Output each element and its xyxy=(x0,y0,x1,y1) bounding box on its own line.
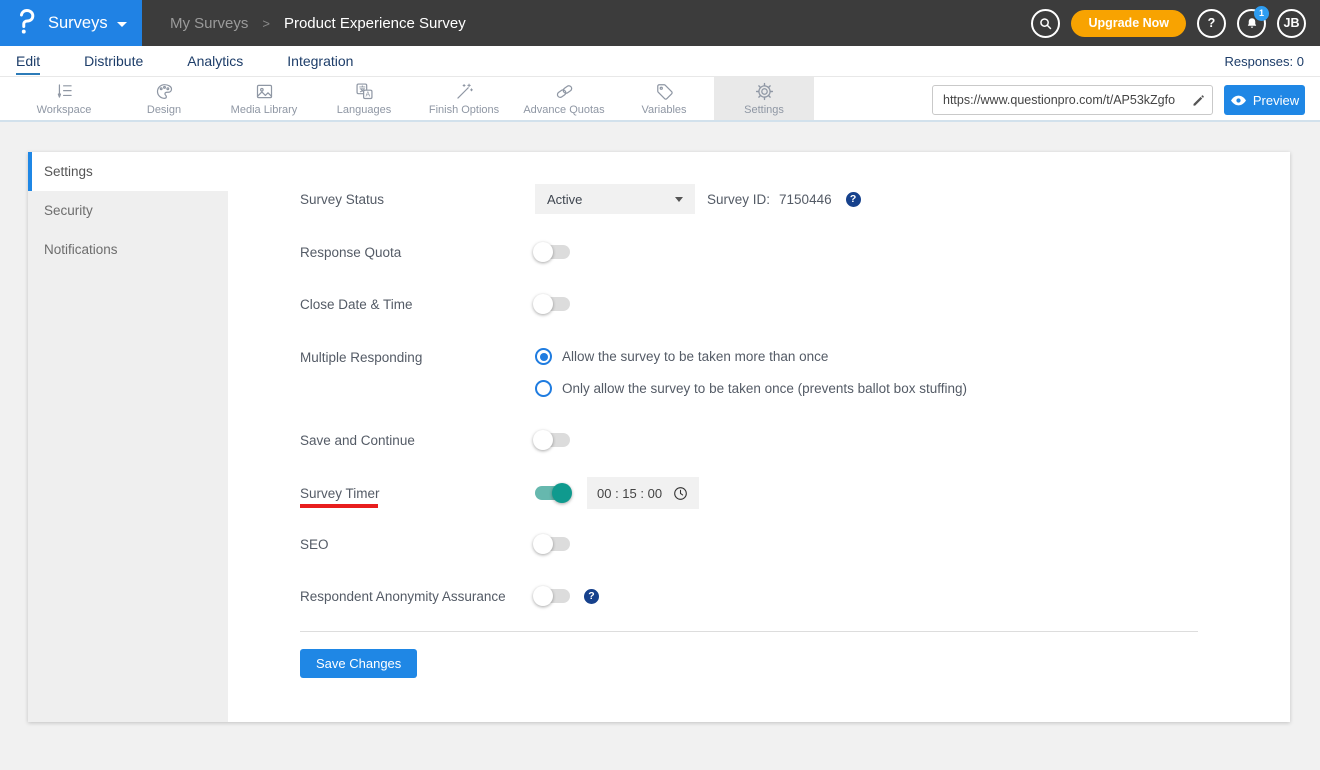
radio-allow-once[interactable] xyxy=(535,380,552,397)
anonymity-toggle[interactable] xyxy=(533,586,570,606)
tab-analytics[interactable]: Analytics xyxy=(187,53,243,69)
clock-icon xyxy=(674,486,687,500)
breadcrumb: My Surveys > Product Experience Survey xyxy=(170,15,466,32)
radio-allow-multiple[interactable] xyxy=(535,348,552,365)
toolbar-item-languages[interactable]: A Languages xyxy=(314,77,414,120)
translate-icon: A xyxy=(355,83,373,100)
toolbar-item-variables[interactable]: Variables xyxy=(614,77,714,120)
toolbar-item-settings[interactable]: Settings xyxy=(714,77,814,120)
close-date-toggle[interactable] xyxy=(533,294,570,314)
save-and-continue-row: Save and Continue xyxy=(300,424,1226,456)
magic-wand-icon xyxy=(456,83,473,99)
anonymity-row: Respondent Anonymity Assurance ? xyxy=(300,580,1226,612)
chevron-down-icon xyxy=(116,21,127,27)
topbar-actions: Upgrade Now ? 1 JB xyxy=(1031,5,1320,38)
help-button[interactable]: ? xyxy=(1197,8,1226,38)
toolbar-item-workspace[interactable]: Workspace xyxy=(14,77,114,120)
survey-status-row: Survey Status Active Survey ID: 7150446 … xyxy=(300,184,1226,214)
toolbar-item-finish-options[interactable]: Finish Options xyxy=(414,77,514,120)
svg-text:A: A xyxy=(365,92,370,99)
settings-panel: Settings Security Notifications Survey S… xyxy=(28,152,1290,722)
product-menu[interactable]: Surveys xyxy=(0,0,142,46)
breadcrumb-my-surveys[interactable]: My Surveys xyxy=(170,15,248,32)
sidebar-item-notifications[interactable]: Notifications xyxy=(28,230,228,269)
eye-icon xyxy=(1230,95,1246,105)
survey-status-label: Survey Status xyxy=(300,191,385,207)
survey-timer-row: Survey Timer 00 : 15 : 00 xyxy=(300,476,1226,510)
sidebar-item-settings[interactable]: Settings xyxy=(28,152,228,191)
pencil-icon xyxy=(1193,94,1204,106)
seo-row: SEO xyxy=(300,528,1226,560)
survey-timer-toggle[interactable] xyxy=(535,483,572,503)
close-date-label: Close Date & Time xyxy=(300,296,413,312)
tab-integration[interactable]: Integration xyxy=(287,53,353,69)
palette-icon xyxy=(156,84,172,99)
save-and-continue-label: Save and Continue xyxy=(300,432,415,448)
search-button[interactable] xyxy=(1031,8,1061,38)
page-title: Product Experience Survey xyxy=(283,14,466,32)
close-date-row: Close Date & Time xyxy=(300,288,1226,320)
toolbar-item-design[interactable]: Design xyxy=(114,77,214,120)
product-menu-label: Surveys xyxy=(48,13,108,32)
survey-url-input[interactable] xyxy=(933,93,1184,107)
anonymity-help-icon[interactable]: ? xyxy=(584,588,599,604)
notification-count-badge: 1 xyxy=(1254,5,1269,21)
breadcrumb-separator: > xyxy=(262,15,270,31)
notifications-button[interactable]: 1 xyxy=(1237,5,1269,38)
tab-distribute[interactable]: Distribute xyxy=(84,53,143,69)
seo-toggle[interactable] xyxy=(533,534,570,554)
save-and-continue-toggle[interactable] xyxy=(533,430,570,450)
toolbar-item-media-library[interactable]: Media Library xyxy=(214,77,314,120)
seo-label: SEO xyxy=(300,536,329,552)
toolbar-item-advance-quotas[interactable]: Advance Quotas xyxy=(514,77,614,120)
settings-sidebar: Settings Security Notifications xyxy=(28,152,228,722)
survey-timer-annotation-underline xyxy=(300,504,378,508)
multiple-responding-option-2: Only allow the survey to be taken once (… xyxy=(535,380,967,397)
save-changes-button[interactable]: Save Changes xyxy=(300,649,418,678)
image-icon xyxy=(256,84,272,99)
response-quota-toggle[interactable] xyxy=(533,242,570,262)
anonymity-label: Respondent Anonymity Assurance xyxy=(300,588,506,604)
upgrade-now-button[interactable]: Upgrade Now xyxy=(1071,9,1186,37)
primary-tabs: Edit Distribute Analytics Integration Re… xyxy=(0,46,1320,77)
tag-icon xyxy=(656,84,673,100)
survey-timer-input[interactable]: 00 : 15 : 00 xyxy=(587,477,699,509)
survey-status-select[interactable]: Active xyxy=(535,184,695,214)
avatar[interactable]: JB xyxy=(1277,8,1306,38)
search-icon xyxy=(1040,17,1052,29)
response-quota-label: Response Quota xyxy=(300,244,402,260)
multiple-responding-label: Multiple Responding xyxy=(300,349,423,365)
questionpro-logo xyxy=(15,7,39,40)
survey-timer-label: Survey Timer xyxy=(300,485,380,501)
tab-edit[interactable]: Edit xyxy=(16,53,41,75)
survey-id-label: Survey ID: xyxy=(707,191,771,207)
responses-count: Responses: 0 xyxy=(1224,53,1305,69)
gear-icon xyxy=(755,82,773,101)
sidebar-item-security[interactable]: Security xyxy=(28,191,228,230)
chain-link-icon xyxy=(556,85,572,98)
preview-button[interactable]: Preview xyxy=(1224,85,1305,115)
response-quota-row: Response Quota xyxy=(300,236,1226,268)
chevron-down-icon xyxy=(675,196,683,202)
topbar: Surveys My Surveys > Product Experience … xyxy=(0,0,1320,46)
multiple-responding-option-1: Allow the survey to be taken more than o… xyxy=(535,348,828,365)
survey-id-value: 7150446 xyxy=(779,191,832,207)
content-divider xyxy=(300,631,1198,632)
survey-url-field xyxy=(932,85,1213,115)
workspace-icon xyxy=(57,84,72,98)
edit-url-button[interactable] xyxy=(1184,93,1212,108)
survey-id-help-icon[interactable]: ? xyxy=(845,191,861,207)
